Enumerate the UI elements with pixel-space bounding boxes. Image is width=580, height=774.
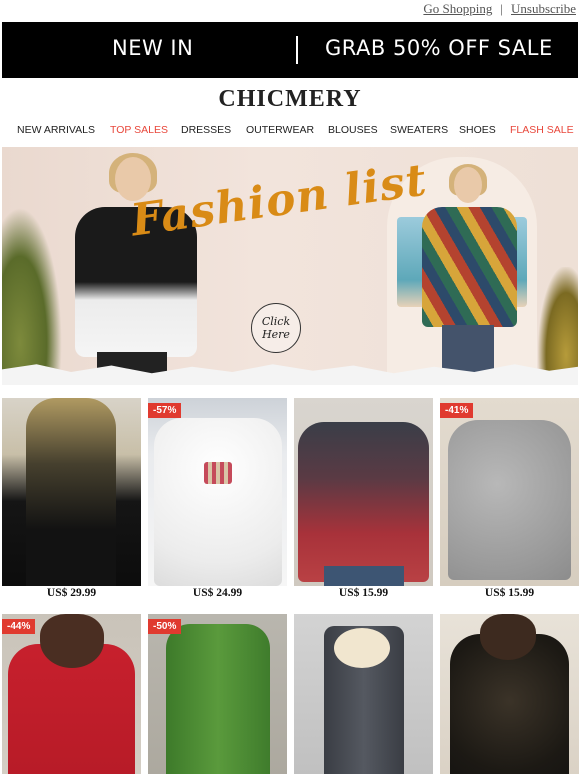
category-nav: NEW ARRIVALS TOP SALES DRESSES OUTERWEAR… xyxy=(0,124,580,140)
nav-top-sales[interactable]: TOP SALES xyxy=(110,124,168,136)
promo-banner[interactable]: NEW IN GRAB 50% OFF SALE xyxy=(2,22,578,78)
click-here-label: Click xyxy=(261,315,291,328)
product-card[interactable]: -44% xyxy=(2,614,141,774)
product-card[interactable] xyxy=(294,398,433,586)
nav-dresses[interactable]: DRESSES xyxy=(181,124,231,136)
nav-blouses[interactable]: BLOUSES xyxy=(328,124,378,136)
product-image xyxy=(26,398,116,586)
promo-sale[interactable]: GRAB 50% OFF SALE xyxy=(325,36,553,60)
go-shopping-link[interactable]: Go Shopping xyxy=(423,1,492,17)
discount-badge: -44% xyxy=(2,619,36,634)
product-card[interactable] xyxy=(2,398,141,586)
product-price: US$ 15.99 xyxy=(484,587,535,599)
product-image xyxy=(154,418,282,586)
promo-divider xyxy=(296,36,298,64)
plant-decoration xyxy=(538,267,578,377)
product-card[interactable] xyxy=(440,614,579,774)
product-price: US$ 24.99 xyxy=(192,587,243,599)
mug-image xyxy=(204,462,232,484)
product-card[interactable]: -50% xyxy=(148,614,287,774)
product-image xyxy=(298,422,429,582)
product-card[interactable] xyxy=(294,614,433,774)
unsubscribe-link[interactable]: Unsubscribe xyxy=(511,1,576,17)
product-image xyxy=(448,420,571,580)
product-price: US$ 29.99 xyxy=(46,587,97,599)
nav-sweaters[interactable]: SWEATERS xyxy=(390,124,448,136)
discount-badge: -50% xyxy=(148,619,182,634)
nav-shoes[interactable]: SHOES xyxy=(459,124,496,136)
nav-flash-sale[interactable]: FLASH SALE xyxy=(510,124,574,136)
promo-new-in[interactable]: NEW IN xyxy=(112,36,193,60)
discount-badge: -41% xyxy=(440,403,474,418)
link-separator: | xyxy=(500,1,503,16)
model-image xyxy=(422,164,517,385)
nav-new-arrivals[interactable]: NEW ARRIVALS xyxy=(17,124,95,136)
nav-outerwear[interactable]: OUTERWEAR xyxy=(246,124,314,136)
product-image xyxy=(166,624,270,774)
top-links: Go Shopping | Unsubscribe xyxy=(423,0,576,18)
click-here-button[interactable]: Click Here xyxy=(251,303,301,353)
product-card[interactable]: -57% xyxy=(148,398,287,586)
discount-badge: -57% xyxy=(148,403,182,418)
plant-decoration xyxy=(2,207,62,377)
click-here-label: Here xyxy=(262,328,290,341)
product-price: US$ 15.99 xyxy=(338,587,389,599)
product-card[interactable]: -41% xyxy=(440,398,579,586)
brand-logo[interactable]: CHICMERY xyxy=(0,86,580,113)
hero-banner[interactable]: Fashion list Click Here xyxy=(2,147,578,385)
